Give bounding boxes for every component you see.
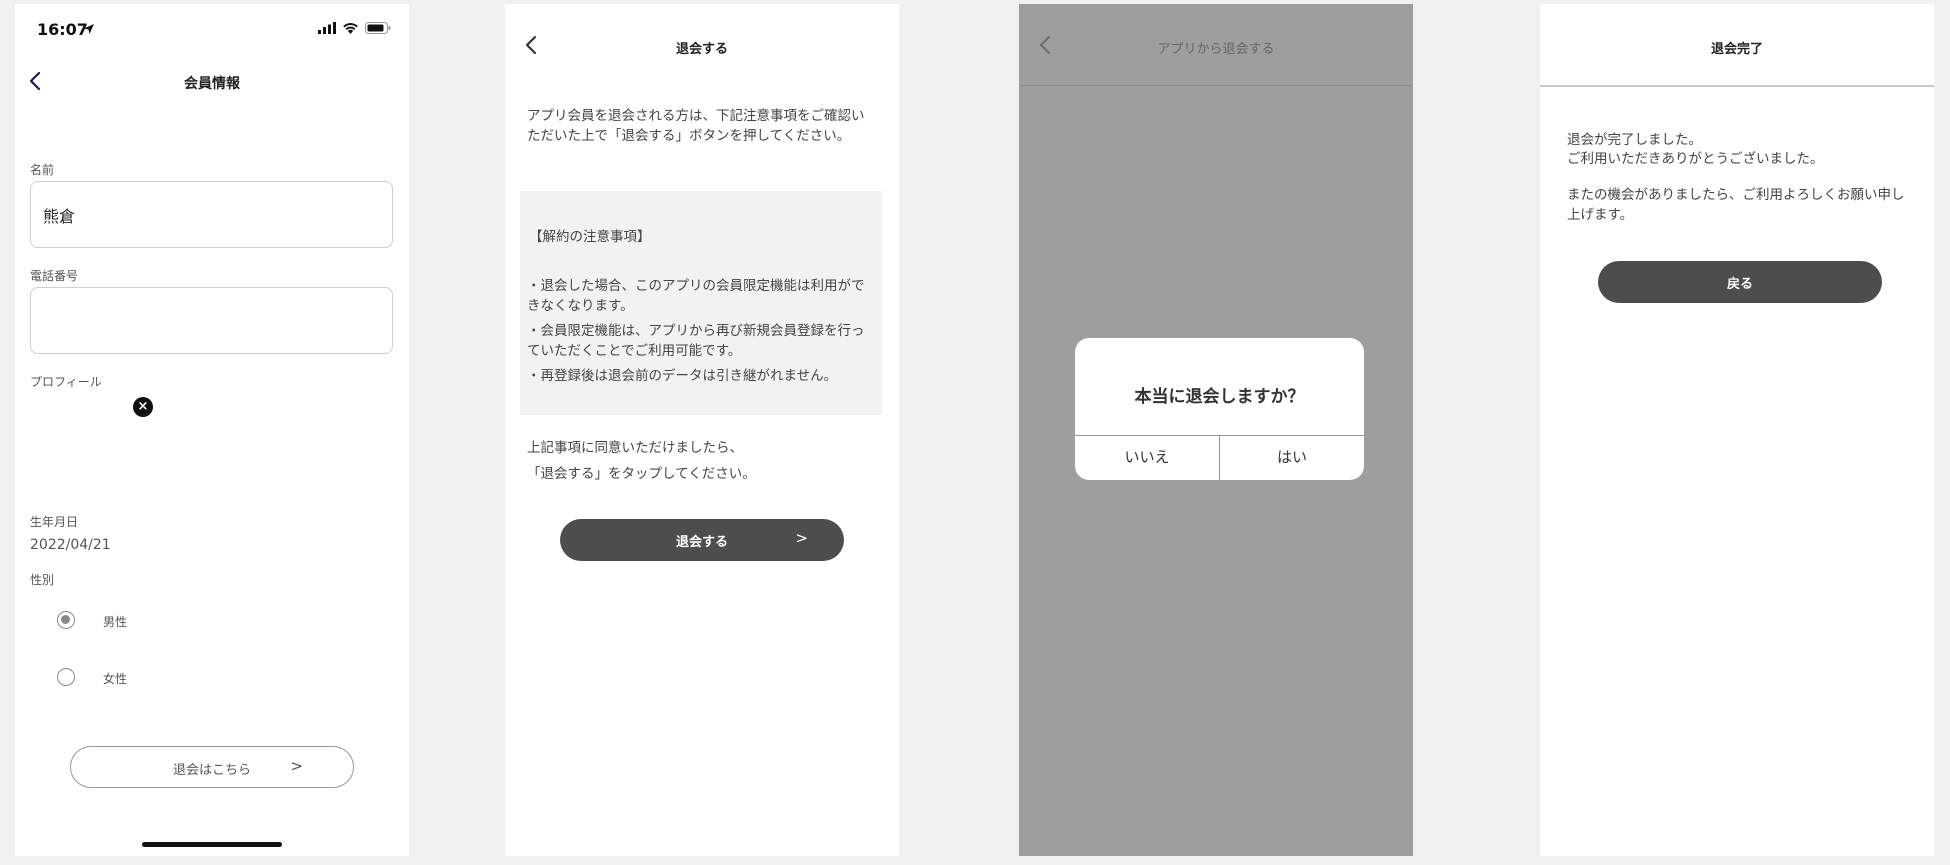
location-arrow-icon <box>84 24 94 34</box>
phone-label: 電話番号 <box>30 269 79 283</box>
notice-box: 【解約の注意事項】 ・退会した場合、このアプリの会員限定機能は利用ができなくなり… <box>520 191 882 415</box>
chevron-right-icon: > <box>795 529 808 547</box>
dialog-no-button[interactable]: いいえ <box>1075 435 1219 480</box>
header-divider <box>1540 85 1934 87</box>
withdraw-link-label: 退会はこちら <box>172 763 251 778</box>
confirm-dialog: 本当に退会しますか？ いいえ はい <box>1075 338 1364 480</box>
name-input[interactable]: 熊倉 <box>30 181 393 248</box>
wifi-icon <box>343 23 358 34</box>
gender-radio-male[interactable] <box>57 611 75 629</box>
withdraw-screen: 退会する アプリ会員を退会される方は、下記注意事項をご確認いただいた上で「退会す… <box>505 4 899 856</box>
status-bar: 16:07 <box>15 4 409 54</box>
notice-title: 【解約の注意事項】 <box>529 229 651 245</box>
header-divider <box>1019 85 1413 86</box>
page-title: 退会する <box>675 42 728 57</box>
name-input-value: 熊倉 <box>43 207 76 226</box>
complete-message-line2: ご利用いただきありがとうございました。 <box>1567 151 1824 167</box>
page-title: 会員情報 <box>184 76 240 92</box>
profile-label: プロフィール <box>30 375 102 389</box>
intro-text: アプリ会員を退会される方は、下記注意事項をご確認いただいた上で「退会する」ボタン… <box>527 108 865 144</box>
chevron-right-icon: > <box>290 757 303 775</box>
dialog-yes-button[interactable]: はい <box>1220 435 1364 480</box>
remove-image-icon[interactable]: × <box>133 397 153 417</box>
gender-option-female[interactable]: 女性 <box>103 670 127 687</box>
gender-radio-female[interactable] <box>57 668 75 686</box>
back-button-label: 戻る <box>1726 277 1753 292</box>
page-title: 退会完了 <box>1710 42 1763 57</box>
birthdate-label: 生年月日 <box>30 515 79 529</box>
withdraw-complete-screen: 退会完了 退会が完了しました。 ご利用いただきありがとうございました。 またの機… <box>1540 4 1934 856</box>
notice-item: ・会員限定機能は、アプリから再び新規会員登録を行っていただくことでご利用可能です… <box>527 323 865 359</box>
signal-icon <box>318 22 336 34</box>
withdraw-link-button[interactable]: 退会はこちら > <box>70 746 354 788</box>
agreement-text-line1: 上記事項に同意いただけましたら、 <box>527 440 743 456</box>
phone-input[interactable] <box>30 287 393 354</box>
withdraw-button[interactable]: 退会する > <box>560 519 844 561</box>
back-button[interactable]: 戻る <box>1598 261 1882 303</box>
gender-label: 性別 <box>30 573 55 587</box>
notice-item: ・退会した場合、このアプリの会員限定機能は利用ができなくなります。 <box>527 278 865 314</box>
dialog-message: 本当に退会しますか？ <box>1134 387 1305 407</box>
member-info-screen: 16:07 会員情報 名前 熊倉 電話番号 プロフィール × 生年月日 2022… <box>15 4 409 856</box>
withdraw-confirm-screen: アプリから退会する 本当に退会しますか？ いいえ はい <box>1019 4 1413 856</box>
complete-message-line3: またの機会がありましたら、ご利用よろしくお願い申し上げます。 <box>1567 187 1905 223</box>
status-time: 16:07 <box>37 20 88 39</box>
battery-icon <box>365 22 391 34</box>
home-indicator <box>142 842 282 847</box>
name-label: 名前 <box>30 163 55 177</box>
complete-message-line1: 退会が完了しました。 <box>1567 132 1702 148</box>
agreement-text-line2: 「退会する」をタップしてください。 <box>527 466 756 482</box>
status-icons <box>318 22 391 34</box>
birthdate-value: 2022/04/21 <box>30 537 111 553</box>
notice-item: ・再登録後は退会前のデータは引き継がれません。 <box>527 368 838 384</box>
gender-option-male[interactable]: 男性 <box>103 613 127 630</box>
page-title: アプリから退会する <box>1157 42 1275 57</box>
